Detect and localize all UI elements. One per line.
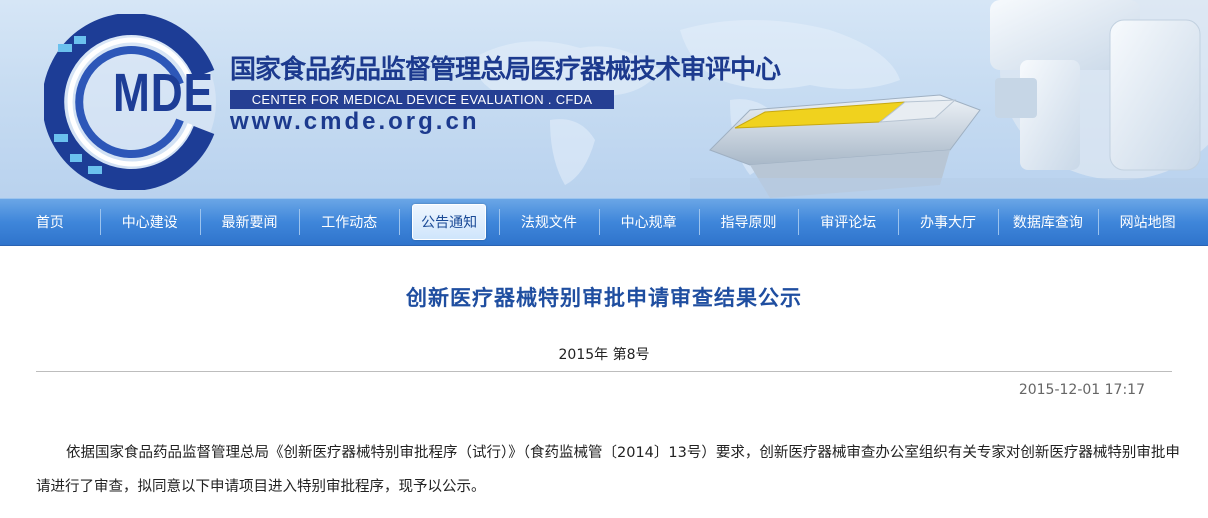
document-number: 2015年 第8号 [558, 347, 650, 363]
medical-equipment-image [690, 0, 1208, 198]
article-paragraph: 依据国家食品药品监督管理总局《创新医疗器械特别审批程序（试行）》（食药监械管〔2… [36, 445, 1180, 495]
nav-item-center-construction[interactable]: 中心建设 [99, 199, 200, 245]
nav-item-review-forum[interactable]: 审评论坛 [798, 199, 898, 245]
nav-item-guidelines[interactable]: 指导原则 [698, 199, 799, 245]
article-title: 创新医疗器械特别审批申请审查结果公示 [406, 286, 802, 310]
main-nav: 首页 中心建设 最新要闻 工作动态 公告通知 法规文件 中心规章 指导原则 审评… [0, 198, 1208, 246]
nav-item-work-updates[interactable]: 工作动态 [299, 199, 399, 245]
nav-item-announcements[interactable]: 公告通知 [399, 199, 499, 245]
nav-item-regulations[interactable]: 法规文件 [498, 199, 599, 245]
nav-item-latest-news[interactable]: 最新要闻 [199, 199, 300, 245]
site-title-en: CENTER FOR MEDICAL DEVICE EVALUATION . C… [230, 90, 614, 109]
nav-item-database-query[interactable]: 数据库查询 [997, 199, 1098, 245]
logo-text: MDE [113, 63, 214, 123]
header-banner: MDE 国家食品药品监督管理总局医疗器械技术审评中心 CENTER FOR ME… [0, 0, 1208, 198]
publish-date: 2015-12-01 17:17 [1018, 382, 1145, 398]
site-title-cn: 国家食品药品监督管理总局医疗器械技术审评中心 [230, 55, 781, 85]
nav-item-home[interactable]: 首页 [0, 199, 100, 245]
nav-item-center-rules[interactable]: 中心规章 [598, 199, 699, 245]
title-divider [36, 371, 1172, 372]
site-url: www.cmde.org.cn [230, 108, 480, 135]
nav-item-sitemap[interactable]: 网站地图 [1097, 199, 1198, 245]
nav-item-service-hall[interactable]: 办事大厅 [898, 199, 998, 245]
